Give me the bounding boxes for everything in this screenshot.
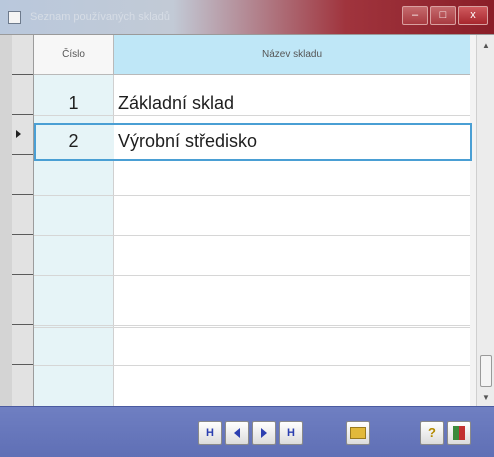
data-grid[interactable]: Číslo Název skladu 1 Základní sklad 2 Vý… <box>0 34 494 407</box>
row-divider <box>34 325 470 326</box>
row-header-7[interactable] <box>12 325 33 365</box>
column-header-nazev-skladu[interactable]: Název skladu <box>114 35 470 75</box>
title-bar[interactable]: Seznam používaných skladů – □ x <box>0 0 494 34</box>
prev-record-icon <box>234 428 240 439</box>
exit-icon <box>453 426 465 441</box>
last-record-button[interactable]: H <box>279 421 303 445</box>
row-header-5[interactable] <box>12 235 33 275</box>
vertical-scrollbar[interactable]: ▲ ▼ <box>476 35 494 407</box>
first-record-icon: H <box>206 427 214 439</box>
scroll-down-arrow-icon[interactable]: ▼ <box>477 391 494 405</box>
help-icon: ? <box>428 425 436 440</box>
window-title: Seznam používaných skladů <box>30 11 171 23</box>
column-header-cislo[interactable]: Číslo <box>34 35 114 75</box>
open-folder-icon <box>350 427 366 440</box>
next-record-button[interactable] <box>252 421 276 445</box>
navigation-toolbar: H H ? <box>0 406 494 457</box>
row-divider <box>34 327 470 328</box>
row-header-6[interactable] <box>12 275 33 325</box>
open-button[interactable] <box>346 421 370 445</box>
table-row-2-nazev[interactable]: Výrobní středisko <box>118 121 463 161</box>
grid-left-margin <box>0 35 12 407</box>
row-header-2[interactable] <box>12 115 33 155</box>
row-header-column[interactable] <box>12 35 34 407</box>
row-divider <box>34 365 470 366</box>
row-divider <box>34 195 470 196</box>
table-row-1-cislo[interactable]: 1 <box>34 83 113 123</box>
row-header-1[interactable] <box>12 75 33 115</box>
warehouse-list-window: Seznam používaných skladů – □ x Číslo Ná… <box>0 0 494 457</box>
scroll-up-arrow-icon[interactable]: ▲ <box>477 39 494 53</box>
row-header-corner <box>12 35 33 75</box>
exit-button[interactable] <box>447 421 471 445</box>
row-divider <box>34 235 470 236</box>
maximize-button[interactable]: □ <box>430 6 456 25</box>
row-divider <box>34 275 470 276</box>
window-menu-icon[interactable] <box>8 11 21 24</box>
previous-record-button[interactable] <box>225 421 249 445</box>
minimize-button[interactable]: – <box>402 6 428 25</box>
table-row-1-nazev[interactable]: Základní sklad <box>118 83 463 123</box>
row-header-3[interactable] <box>12 155 33 195</box>
help-button[interactable]: ? <box>420 421 444 445</box>
last-record-icon: H <box>287 427 295 439</box>
scroll-thumb[interactable] <box>480 355 492 387</box>
table-row-2-cislo[interactable]: 2 <box>34 121 113 161</box>
row-header-4[interactable] <box>12 195 33 235</box>
close-button[interactable]: x <box>458 6 488 25</box>
current-row-pointer-icon <box>16 130 21 138</box>
window-controls: – □ x <box>402 6 488 25</box>
next-record-icon <box>261 428 267 439</box>
first-record-button[interactable]: H <box>198 421 222 445</box>
